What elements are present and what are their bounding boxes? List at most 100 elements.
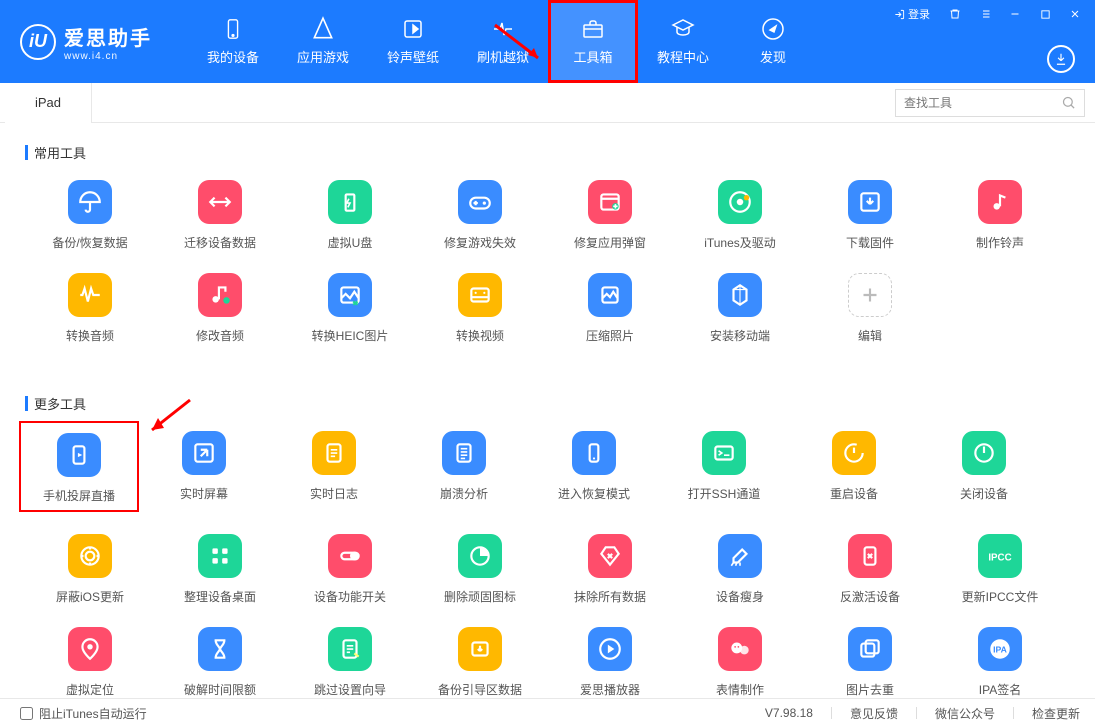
nav-icon <box>399 17 427 41</box>
hourglass-icon <box>198 627 242 671</box>
tool-pie[interactable]: 删除顽固图标 <box>415 534 545 605</box>
tool-block[interactable]: 屏蔽iOS更新 <box>25 534 155 605</box>
tool-realtime[interactable]: 实时屏幕 <box>139 431 269 512</box>
tool-label: 虚拟定位 <box>66 681 114 698</box>
block-itunes-checkbox[interactable]: 阻止iTunes自动运行 <box>20 705 147 722</box>
tool-grid[interactable]: 整理设备桌面 <box>155 534 285 605</box>
tool-ipa[interactable]: IPAIPA签名 <box>935 627 1065 698</box>
nav-label: 发现 <box>760 47 786 66</box>
download-icon <box>848 180 892 224</box>
tool-umbrella[interactable]: 备份/恢复数据 <box>25 180 155 251</box>
tool-image-conv[interactable]: 转换HEIC图片 <box>285 273 415 344</box>
nav-tab-2[interactable]: 铃声壁纸 <box>368 0 458 83</box>
skip-icon <box>328 627 372 671</box>
tool-download[interactable]: 下载固件 <box>805 180 935 251</box>
nav-tab-3[interactable]: 刷机越狱 <box>458 0 548 83</box>
tool-erase[interactable]: 抹除所有数据 <box>545 534 675 605</box>
tool-label: 破解时间限额 <box>184 681 256 698</box>
feedback-link[interactable]: 意见反馈 <box>850 705 898 722</box>
battery-icon <box>328 180 372 224</box>
tool-label: 备份/恢复数据 <box>52 234 127 251</box>
nav-icon <box>219 17 247 41</box>
tool-label: 抹除所有数据 <box>574 588 646 605</box>
close-icon[interactable] <box>1066 5 1084 23</box>
crash-icon <box>442 431 486 475</box>
realtime-icon <box>182 431 226 475</box>
tool-label: 实时屏幕 <box>180 485 228 502</box>
minimize-icon[interactable] <box>1006 5 1024 23</box>
list-icon[interactable] <box>976 5 994 23</box>
tool-dedupe[interactable]: 图片去重 <box>805 627 935 698</box>
checkbox-input[interactable] <box>20 707 33 720</box>
tool-label: 修复应用弹窗 <box>574 234 646 251</box>
power-icon <box>962 431 1006 475</box>
video-icon <box>458 273 502 317</box>
tool-label: 屏蔽iOS更新 <box>56 588 124 605</box>
nav-tab-6[interactable]: 发现 <box>728 0 818 83</box>
tool-install[interactable]: 安装移动端 <box>675 273 805 344</box>
tool-ipcc[interactable]: IPCC更新IPCC文件 <box>935 534 1065 605</box>
tool-label: 崩溃分析 <box>440 485 488 502</box>
tool-recovery[interactable]: 进入恢复模式 <box>529 431 659 512</box>
tool-crash[interactable]: 崩溃分析 <box>399 431 529 512</box>
tool-label: 编辑 <box>858 327 882 344</box>
tool-transfer[interactable]: 迁移设备数据 <box>155 180 285 251</box>
tool-ssh[interactable]: 打开SSH通道 <box>659 431 789 512</box>
tool-skip[interactable]: 跳过设置向导 <box>285 627 415 698</box>
app-logo: iU 爱思助手 www.i4.cn <box>20 22 188 62</box>
tool-label: 转换音频 <box>66 327 114 344</box>
tool-battery[interactable]: 虚拟U盘 <box>285 180 415 251</box>
section-label: 常用工具 <box>34 143 86 162</box>
tool-bootbak[interactable]: 备份引导区数据 <box>415 627 545 698</box>
tool-label: 安装移动端 <box>710 327 770 344</box>
section-title: 更多工具 <box>25 394 1070 413</box>
tool-label: 进入恢复模式 <box>558 485 630 502</box>
tool-clean[interactable]: 设备瘦身 <box>675 534 805 605</box>
tool-compress[interactable]: 压缩照片 <box>545 273 675 344</box>
tool-itunes[interactable]: iTunes及驱动 <box>675 180 805 251</box>
maximize-icon[interactable] <box>1036 5 1054 23</box>
screen-icon <box>57 433 101 477</box>
tool-screen[interactable]: 手机投屏直播 <box>19 421 139 512</box>
nav-label: 工具箱 <box>573 47 612 66</box>
tools-grid: 手机投屏直播实时屏幕实时日志崩溃分析进入恢复模式打开SSH通道重启设备关闭设备屏… <box>25 431 1070 698</box>
login-link[interactable]: 登录 <box>889 4 935 24</box>
erase-icon <box>588 534 632 578</box>
device-tab[interactable]: iPad <box>5 83 92 123</box>
tool-audio-edit[interactable]: 修改音频 <box>155 273 285 344</box>
update-link[interactable]: 检查更新 <box>1032 705 1080 722</box>
section-label: 更多工具 <box>34 394 86 413</box>
emoji-icon <box>718 627 762 671</box>
tool-play[interactable]: 爱思播放器 <box>545 627 675 698</box>
tool-label: IPA签名 <box>979 681 1021 698</box>
trash-icon[interactable] <box>946 5 964 23</box>
tool-window[interactable]: 修复应用弹窗 <box>545 180 675 251</box>
section-title: 常用工具 <box>25 143 1070 162</box>
nav-tab-0[interactable]: 我的设备 <box>188 0 278 83</box>
tool-video[interactable]: 转换视频 <box>415 273 545 344</box>
search-icon[interactable] <box>1061 95 1076 110</box>
nav-tab-4[interactable]: 工具箱 <box>548 0 638 83</box>
tool-label: 实时日志 <box>310 485 358 502</box>
clean-icon <box>718 534 762 578</box>
subheader: iPad <box>0 83 1095 123</box>
wechat-link[interactable]: 微信公众号 <box>935 705 995 722</box>
tool-gamepad[interactable]: 修复游戏失效 <box>415 180 545 251</box>
recovery-icon <box>572 431 616 475</box>
tool-plus[interactable]: 编辑 <box>805 273 935 344</box>
search-input[interactable] <box>904 96 1061 110</box>
tool-emoji[interactable]: 表情制作 <box>675 627 805 698</box>
tool-log[interactable]: 实时日志 <box>269 431 399 512</box>
tool-power[interactable]: 关闭设备 <box>919 431 1049 512</box>
tool-note[interactable]: 制作铃声 <box>935 180 1065 251</box>
tool-location[interactable]: 虚拟定位 <box>25 627 155 698</box>
downloads-icon[interactable] <box>1047 45 1075 73</box>
nav-tab-5[interactable]: 教程中心 <box>638 0 728 83</box>
tool-label: 整理设备桌面 <box>184 588 256 605</box>
tool-reboot[interactable]: 重启设备 <box>789 431 919 512</box>
tool-wave[interactable]: 转换音频 <box>25 273 155 344</box>
tool-hourglass[interactable]: 破解时间限额 <box>155 627 285 698</box>
nav-tab-1[interactable]: 应用游戏 <box>278 0 368 83</box>
tool-toggle[interactable]: 设备功能开关 <box>285 534 415 605</box>
tool-deact[interactable]: 反激活设备 <box>805 534 935 605</box>
